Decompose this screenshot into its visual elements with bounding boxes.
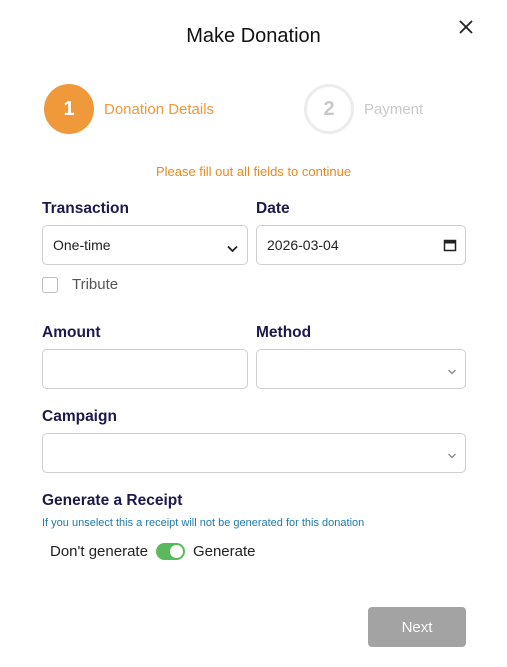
date-input[interactable]: 2026-03-04 [256, 225, 466, 265]
calendar-icon[interactable] [443, 238, 457, 255]
step-label: Payment [364, 100, 424, 118]
method-select[interactable] [256, 349, 466, 389]
step-number: 2 [304, 84, 354, 134]
step-number: 1 [44, 84, 94, 134]
method-label: Method [256, 324, 312, 341]
toggle-on-label: Generate [192, 543, 256, 560]
toggle-knob [169, 545, 183, 558]
amount-label: Amount [42, 324, 101, 341]
toggle-off-label: Don't generate [50, 543, 148, 560]
modal-title: Make Donation [186, 25, 321, 47]
receipt-title: Generate a Receipt [42, 492, 183, 509]
receipt-help-text: If you unselect this a receipt will not … [42, 517, 365, 529]
receipt-toggle-row: Don't generate Generate [50, 543, 255, 560]
transaction-label: Transaction [42, 200, 129, 217]
transaction-value: One-time [53, 237, 111, 253]
campaign-select[interactable] [42, 433, 466, 473]
tribute-label: Tribute [72, 276, 119, 293]
tribute-checkbox-row[interactable]: Tribute [42, 276, 118, 293]
caret-down-icon [447, 447, 457, 463]
close-icon[interactable] [455, 16, 477, 38]
next-button[interactable]: Next [368, 607, 466, 647]
step-donation-details: 1 Donation Details [44, 84, 214, 134]
step-payment: 2 Payment [304, 84, 423, 134]
form-notice: Please fill out all fields to continue [155, 164, 352, 179]
caret-down-icon [447, 363, 457, 379]
campaign-label: Campaign [42, 408, 117, 425]
amount-input[interactable] [42, 349, 248, 389]
transaction-select[interactable]: One-time [42, 225, 248, 265]
step-label: Donation Details [104, 100, 215, 118]
make-donation-modal: Make Donation 1 Donation Details 2 Payme… [0, 0, 507, 667]
date-value: 2026-03-04 [267, 237, 339, 253]
date-label: Date [256, 200, 290, 217]
chevron-down-icon [227, 240, 238, 256]
tribute-checkbox[interactable] [42, 276, 58, 293]
receipt-toggle[interactable] [155, 543, 185, 560]
